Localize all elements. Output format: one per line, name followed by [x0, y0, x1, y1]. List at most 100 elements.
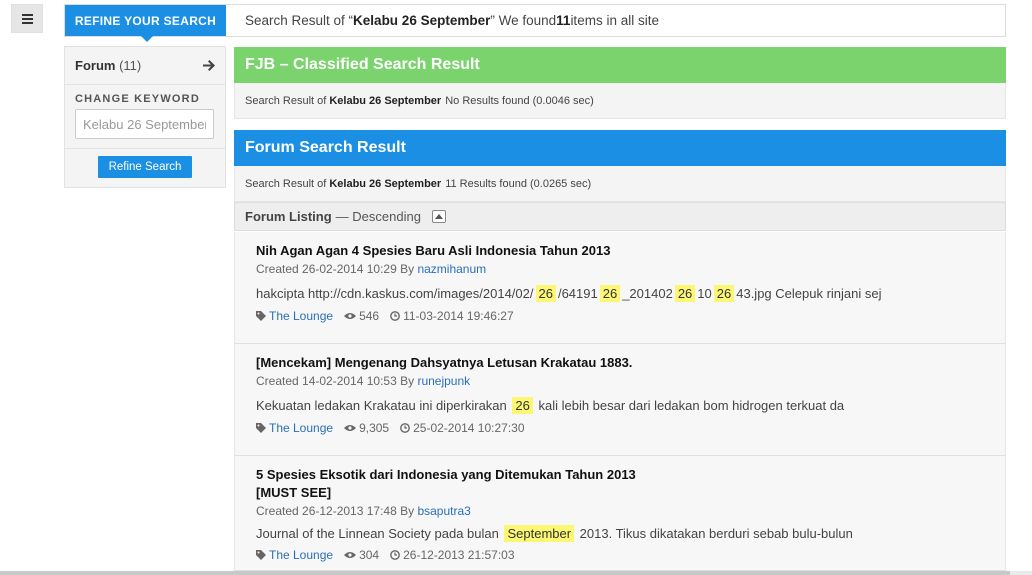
- fjb-title: FJB – Classified Search Result: [234, 47, 1006, 83]
- item-meta: Created 14-02-2014 10:53 By runejpunk: [256, 373, 1005, 389]
- forum-filter-text: Forum: [75, 58, 116, 73]
- item-last-post-date: 11-03-2014 19:46:27: [403, 309, 514, 323]
- keyword-highlight: 26: [713, 285, 735, 302]
- sort-toggle-button[interactable]: [431, 210, 446, 223]
- forum-section: Forum Search Result Search Result of Kela…: [234, 130, 1006, 202]
- keyword-highlight: 26: [674, 285, 696, 302]
- refine-search-button[interactable]: Refine Search: [97, 156, 193, 178]
- summary-prefix: Search Result of “: [245, 13, 354, 28]
- fjb-sub-prefix: Search Result of: [245, 94, 327, 107]
- item-category-link[interactable]: The Lounge: [269, 548, 333, 562]
- keyword-highlight: 26: [535, 285, 556, 302]
- item-last-post-date: 26-12-2013 21:57:03: [403, 548, 515, 562]
- snippet-text: /64191: [557, 286, 598, 301]
- item-views: 9,305: [344, 421, 389, 435]
- forum-listing-header: Forum Listing — Descending: [234, 202, 1006, 231]
- forum-filter-label: Forum (11): [75, 58, 141, 73]
- summary-mid: ” We found: [490, 13, 557, 28]
- item-category: The Lounge: [256, 309, 333, 323]
- item-created: Created 26-12-2013 17:48 By: [256, 504, 418, 518]
- refine-sidebar: Forum (11) CHANGE KEYWORD Refine Search: [64, 46, 226, 188]
- snippet-text: 2013. Tikus dikatakan berduri sebab bulu…: [576, 526, 853, 541]
- item-category-link[interactable]: The Lounge: [269, 309, 333, 323]
- fjb-section: FJB – Classified Search Result Search Re…: [234, 47, 1006, 119]
- change-keyword-block: CHANGE KEYWORD: [65, 85, 225, 149]
- item-views-count: 9,305: [359, 421, 390, 435]
- snippet-text: Journal of the Linnean Society pada bula…: [256, 526, 503, 541]
- item-title[interactable]: Nih Agan Agan 4 Spesies Baru Asli Indone…: [256, 242, 1005, 260]
- item-created: Created 14-02-2014 10:53 By: [256, 374, 418, 388]
- item-category-link[interactable]: The Lounge: [269, 421, 333, 435]
- forum-listing-sort: — Descending: [335, 209, 421, 224]
- item-author-link[interactable]: runejpunk: [417, 374, 470, 388]
- refine-search-tab-label: REFINE YOUR SEARCH: [74, 13, 217, 28]
- item-meta: Created 26-02-2014 10:29 By nazmihanum: [256, 261, 1005, 277]
- item-snippet: Journal of the Linnean Society pada bula…: [256, 524, 1005, 544]
- forum-title: Forum Search Result: [234, 130, 1006, 166]
- item-last-post: 11-03-2014 19:46:27: [390, 309, 514, 323]
- change-keyword-title: CHANGE KEYWORD: [75, 93, 200, 105]
- summary-keyword: Kelabu 26 September: [353, 13, 491, 28]
- item-meta: Created 26-12-2013 17:48 By bsaputra3: [256, 503, 1005, 519]
- item-author-link[interactable]: nazmihanum: [417, 262, 486, 276]
- item-views-count: 546: [359, 309, 380, 323]
- item-created: Created 26-02-2014 10:29 By: [256, 262, 418, 276]
- clock-icon: [390, 311, 400, 321]
- hamburger-icon: [21, 13, 33, 24]
- fjb-result-summary: Search Result of Kelabu 26 September No Re…: [234, 83, 1006, 119]
- scrollbar-thumb[interactable]: [0, 571, 1010, 575]
- fjb-sub-result: No Results found (0.0046 sec): [445, 94, 594, 107]
- snippet-text: 10: [697, 286, 712, 301]
- item-title[interactable]: [Mencekam] Mengenang Dahsyatnya Letusan …: [256, 354, 1005, 372]
- item-title[interactable]: 5 Spesies Eksotik dari Indonesia yang Di…: [256, 466, 1005, 502]
- item-snippet: Kekuatan ledakan Krakatau ini diperkirak…: [256, 396, 1005, 416]
- tag-icon: [256, 311, 266, 321]
- refine-search-tab[interactable]: REFINE YOUR SEARCH: [65, 5, 226, 42]
- item-last-post: 25-02-2014 10:27:30: [400, 421, 525, 435]
- eye-icon: [344, 552, 357, 558]
- menu-button[interactable]: [11, 4, 43, 33]
- item-views: 304: [344, 548, 379, 562]
- summary-count: 11: [556, 13, 571, 28]
- list-item: Nih Agan Agan 4 Spesies Baru Asli Indone…: [234, 232, 1006, 344]
- keyword-input[interactable]: [75, 109, 214, 139]
- snippet-text: kali lebih besar dari ledakan bom hidrog…: [534, 398, 845, 413]
- keyword-highlight: 26: [512, 397, 533, 414]
- forum-sub-keyword: Kelabu 26 September: [329, 177, 442, 190]
- forum-listing-label: Forum Listing: [245, 209, 332, 224]
- item-author-link[interactable]: bsaputra3: [417, 504, 470, 518]
- clock-icon: [400, 423, 410, 433]
- tag-icon: [256, 550, 266, 560]
- eye-icon: [344, 425, 357, 431]
- item-footer: The Lounge 9,305 25-02-2014 10:27:30: [256, 421, 1005, 435]
- item-footer: The Lounge 304 26-12-2013 21:57:03: [256, 548, 1005, 562]
- item-title-line1: 5 Spesies Eksotik dari Indonesia yang Di…: [256, 467, 636, 482]
- forum-filter[interactable]: Forum (11): [65, 47, 225, 85]
- item-snippet: hakcipta http://cdn.kaskus.com/images/20…: [256, 284, 1005, 304]
- search-summary-bar: REFINE YOUR SEARCH Search Result of “Kel…: [64, 4, 1006, 42]
- snippet-text: 43.jpg Celepuk rinjani sej: [736, 286, 882, 301]
- keyword-highlight: September: [504, 525, 575, 542]
- list-item: 5 Spesies Eksotik dari Indonesia yang Di…: [234, 456, 1006, 571]
- chevron-up-icon: [434, 214, 443, 219]
- arrow-right-icon: [203, 60, 215, 71]
- forum-sub-result: 11 Results found (0.0265 sec): [445, 177, 592, 190]
- snippet-text: _201402: [622, 286, 673, 301]
- search-summary: Search Result of “Kelabu 26 September” W…: [226, 5, 1005, 36]
- fjb-sub-keyword: Kelabu 26 September: [329, 94, 442, 107]
- item-views-count: 304: [359, 548, 380, 562]
- forum-filter-count: (11): [119, 58, 142, 73]
- item-category: The Lounge: [256, 421, 333, 435]
- forum-result-summary: Search Result of Kelabu 26 September 11 Re…: [234, 166, 1006, 202]
- horizontal-scrollbar[interactable]: [0, 571, 1032, 575]
- list-item: [Mencekam] Mengenang Dahsyatnya Letusan …: [234, 344, 1006, 456]
- tag-icon: [256, 423, 266, 433]
- keyword-highlight: 26: [599, 285, 621, 302]
- eye-icon: [344, 313, 357, 319]
- item-last-post-date: 25-02-2014 10:27:30: [413, 421, 525, 435]
- snippet-text: Kekuatan ledakan Krakatau ini diperkirak…: [256, 398, 511, 413]
- item-category: The Lounge: [256, 548, 333, 562]
- snippet-text: hakcipta http://cdn.kaskus.com/images/20…: [256, 286, 534, 301]
- summary-suffix: items in all site: [570, 13, 659, 28]
- item-views: 546: [344, 309, 379, 323]
